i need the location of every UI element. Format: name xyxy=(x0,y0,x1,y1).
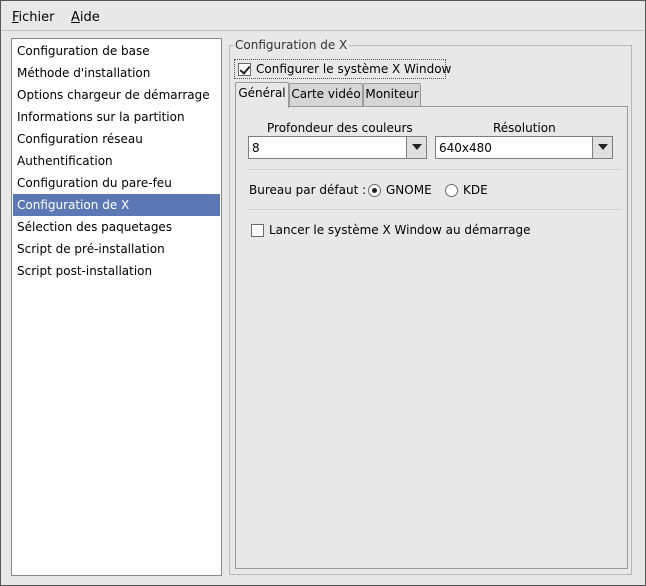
resolution-label: Résolution xyxy=(493,121,556,135)
menu-fichier-label: ichier xyxy=(18,10,55,25)
color-depth-label: Profondeur des couleurs xyxy=(267,121,413,135)
startx-checkbox[interactable] xyxy=(251,224,264,237)
menu-aide-label: ide xyxy=(79,10,100,25)
sidebar-item-methode-installation[interactable]: Méthode d'installation xyxy=(13,62,220,84)
configure-x-checkbox[interactable] xyxy=(238,63,251,76)
sidebar-item-configuration-x[interactable]: Configuration de X xyxy=(13,194,220,216)
section-list: Configuration de base Méthode d'installa… xyxy=(11,38,222,576)
kde-radio[interactable] xyxy=(445,184,458,197)
sidebar-item-script-post-installation[interactable]: Script post-installation xyxy=(13,260,220,282)
separator xyxy=(248,209,622,210)
sidebar-item-configuration-de-base[interactable]: Configuration de base xyxy=(13,40,220,62)
color-depth-dropdown-button[interactable] xyxy=(406,137,426,158)
tab-carte-video[interactable]: Carte vidéo xyxy=(289,83,363,107)
configure-x-label: Configurer le système X Window xyxy=(256,62,452,76)
sidebar-item-options-chargeur[interactable]: Options chargeur de démarrage xyxy=(13,84,220,106)
sidebar-item-script-pre-installation[interactable]: Script de pré-installation xyxy=(13,238,220,260)
desktop-label: Bureau par défaut : xyxy=(249,183,367,197)
gnome-label[interactable]: GNOME xyxy=(386,183,432,197)
sidebar-item-configuration-reseau[interactable]: Configuration réseau xyxy=(13,128,220,150)
resolution-value: 640x480 xyxy=(439,141,492,155)
resolution-combo[interactable]: 640x480 xyxy=(435,136,613,159)
sidebar-item-pare-feu[interactable]: Configuration du pare-feu xyxy=(13,172,220,194)
chevron-down-icon xyxy=(598,144,608,150)
startx-label[interactable]: Lancer le système X Window au démarrage xyxy=(269,223,530,237)
menu-fichier[interactable]: Fichier xyxy=(12,10,55,25)
resolution-dropdown-button[interactable] xyxy=(592,137,612,158)
sidebar-item-selection-paquetages[interactable]: Sélection des paquetages xyxy=(13,216,220,238)
menu-aide[interactable]: Aide xyxy=(71,10,100,25)
chevron-down-icon xyxy=(412,144,422,150)
color-depth-combo[interactable]: 8 xyxy=(248,136,427,159)
kde-label[interactable]: KDE xyxy=(463,183,488,197)
color-depth-value: 8 xyxy=(252,141,260,155)
gnome-radio[interactable] xyxy=(368,184,381,197)
tab-general[interactable]: Général xyxy=(235,82,289,108)
menu-aide-mnemonic: A xyxy=(71,10,80,25)
menu-bar: Fichier Aide xyxy=(2,2,644,31)
sidebar-item-authentification[interactable]: Authentification xyxy=(13,150,220,172)
app-window: Fichier Aide Configuration de base Métho… xyxy=(0,0,646,586)
section-title: Configuration de X xyxy=(233,38,350,52)
tab-panel-general xyxy=(235,106,628,569)
sidebar-item-informations-partition[interactable]: Informations sur la partition xyxy=(13,106,220,128)
separator xyxy=(248,169,622,170)
tab-moniteur[interactable]: Moniteur xyxy=(363,83,421,107)
configure-x-checkbox-row[interactable]: Configurer le système X Window xyxy=(234,59,451,79)
